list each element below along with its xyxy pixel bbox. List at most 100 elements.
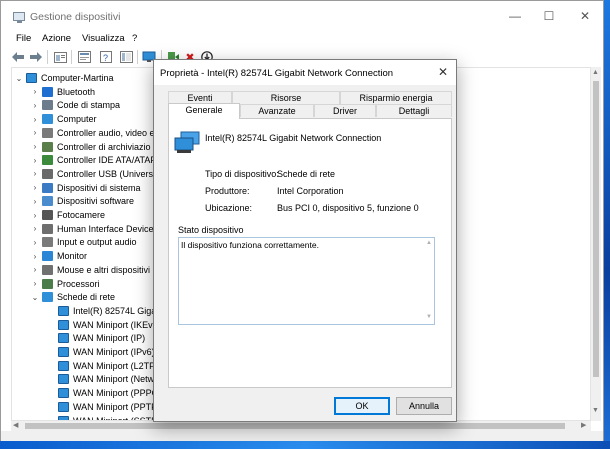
chevron-down-icon[interactable]: ⌄ [14, 74, 24, 83]
chevron-right-icon[interactable]: › [30, 101, 40, 110]
cancel-button[interactable]: Annulla [396, 397, 452, 415]
chevron-right-icon[interactable]: › [30, 238, 40, 247]
tree-category[interactable]: › Dispositivi di sistema [30, 181, 141, 195]
chevron-right-icon[interactable]: › [30, 87, 40, 96]
back-arrow-icon[interactable] [10, 49, 26, 65]
tree-category[interactable]: › Fotocamere [30, 208, 105, 222]
manufacturer-label: Produttore: [205, 186, 250, 196]
device-name: Intel(R) 82574L Gigabit Network Connecti… [205, 133, 382, 143]
toolbar-separator [47, 50, 48, 64]
manufacturer-value: Intel Corporation [277, 186, 344, 196]
tree-category[interactable]: › Dispositivi software [30, 194, 134, 208]
network-adapter-icon [58, 333, 69, 344]
tree-category-network-adapters[interactable]: ⌄ Schede di rete [30, 290, 115, 304]
tree-category[interactable]: › Controller audio, video e [30, 126, 155, 140]
dialog-title-bar[interactable]: Proprietà - Intel(R) 82574L Gigabit Netw… [154, 60, 456, 85]
menu-file[interactable]: File [16, 33, 31, 44]
ok-button[interactable]: OK [334, 397, 390, 415]
title-bar[interactable]: Gestione dispositivi — ☐ ✕ [1, 1, 603, 31]
tree-category[interactable]: › Code di stampa [30, 98, 120, 112]
category-icon [42, 237, 53, 248]
chevron-right-icon[interactable]: › [30, 265, 40, 274]
tree-category[interactable]: › Input e output audio [30, 235, 137, 249]
tree-device-item[interactable]: Intel(R) 82574L Gigab [56, 304, 161, 318]
tree-device-item[interactable]: WAN Miniport (IP) [56, 331, 145, 345]
forward-arrow-icon[interactable] [28, 49, 44, 65]
tree-category[interactable]: › Monitor [30, 249, 87, 263]
status-scroll-down-icon[interactable]: ▼ [426, 314, 432, 320]
dialog-close-button[interactable]: ✕ [430, 60, 456, 85]
tree-root[interactable]: ⌄ Computer-Martina [14, 71, 114, 85]
chevron-right-icon[interactable]: › [30, 142, 40, 151]
tree-device-item[interactable]: WAN Miniport (L2TP) [56, 359, 158, 373]
category-icon [42, 196, 53, 207]
maximize-button[interactable]: ☐ [532, 1, 566, 31]
tree-category[interactable]: › Processori [30, 277, 100, 291]
vertical-scroll-thumb[interactable] [593, 81, 599, 377]
chevron-right-icon[interactable]: › [30, 115, 40, 124]
help-icon[interactable] [76, 49, 92, 65]
tab-dettagli[interactable]: Dettagli [376, 104, 452, 117]
tree-device-item[interactable]: WAN Miniport (PPPO [56, 386, 159, 400]
tree-device-label: WAN Miniport (IKEv2 [73, 319, 158, 330]
chevron-right-icon[interactable]: › [30, 252, 40, 261]
chevron-right-icon[interactable]: › [30, 211, 40, 220]
scroll-down-icon[interactable]: ▼ [592, 407, 599, 414]
tree-category[interactable]: › Controller IDE ATA/ATAPI [30, 153, 159, 167]
tab-driver[interactable]: Driver [314, 104, 376, 117]
console-tree-icon[interactable] [118, 49, 134, 65]
tree-device-label: Intel(R) 82574L Gigab [73, 305, 162, 316]
window-title: Gestione dispositivi [30, 11, 121, 23]
tree-device-item[interactable]: WAN Miniport (SSTP [56, 414, 157, 420]
scroll-left-icon[interactable]: ◀ [13, 421, 18, 429]
menu-help[interactable]: ? [132, 33, 137, 44]
minimize-button[interactable]: — [498, 1, 532, 31]
tree-category[interactable]: › Human Interface Device [30, 222, 154, 236]
chevron-right-icon[interactable]: › [30, 128, 40, 137]
tab-risorse[interactable]: Risorse [232, 91, 340, 104]
network-adapter-icon [58, 347, 69, 357]
tree-device-item[interactable]: WAN Miniport (Netw [56, 372, 154, 386]
horizontal-scrollbar[interactable]: ◀ ▶ [11, 421, 591, 431]
device-status-textbox[interactable]: Il dispositivo funziona correttamente. ▲… [178, 237, 435, 325]
chevron-right-icon[interactable]: › [30, 183, 40, 192]
chevron-down-icon[interactable]: ⌄ [30, 293, 40, 302]
tree-category-label: Computer [57, 114, 97, 125]
tab-risparmio-energia[interactable]: Risparmio energia [340, 91, 452, 104]
tree-category[interactable]: › Controller di archiviazio [30, 140, 151, 154]
chevron-right-icon[interactable]: › [30, 156, 40, 165]
scroll-right-icon[interactable]: ▶ [581, 421, 586, 429]
category-icon [42, 223, 53, 234]
device-status-text: Il dispositivo funziona correttamente. [181, 240, 319, 250]
network-adapter-icon [58, 388, 69, 399]
category-icon [42, 182, 53, 193]
vertical-scrollbar[interactable]: ▲ ▼ [591, 67, 601, 421]
tab-avanzate[interactable]: Avanzate [240, 104, 314, 117]
tree-category-label: Controller IDE ATA/ATAPI [57, 155, 159, 166]
chevron-right-icon[interactable]: › [30, 169, 40, 178]
tree-device-item[interactable]: WAN Miniport (IPv6) [56, 345, 155, 359]
horizontal-scroll-thumb[interactable] [25, 423, 565, 429]
tree-device-item[interactable]: WAN Miniport (PPTP [56, 400, 157, 414]
menu-visualizza[interactable]: Visualizza [82, 33, 125, 44]
tab-generale[interactable]: Generale [168, 103, 240, 119]
chevron-right-icon[interactable]: › [30, 224, 40, 233]
tree-category[interactable]: › Bluetooth [30, 85, 95, 99]
status-scroll-up-icon[interactable]: ▲ [426, 240, 432, 246]
tree-category[interactable]: › Computer [30, 112, 97, 126]
tree-root-label: Computer-Martina [41, 73, 114, 83]
scroll-up-icon[interactable]: ▲ [592, 69, 599, 76]
device-type-value: Schede di rete [277, 169, 336, 179]
help-book-icon[interactable]: ? [98, 49, 114, 65]
chevron-right-icon[interactable]: › [30, 197, 40, 206]
tree-category-label: Code di stampa [57, 100, 121, 111]
tab-panel: Intel(R) 82574L Gigabit Network Connecti… [168, 118, 452, 416]
tree-device-item[interactable]: WAN Miniport (IKEv2 [56, 318, 158, 332]
menu-azione[interactable]: Azione [42, 33, 71, 44]
tree-category[interactable]: › Mouse e altri dispositivi [30, 263, 150, 277]
tree-category[interactable]: › Controller USB (Universa [30, 167, 158, 181]
properties-panel-icon[interactable] [52, 49, 68, 65]
close-button[interactable]: ✕ [568, 1, 602, 31]
network-adapter-icon [58, 360, 69, 371]
chevron-right-icon[interactable]: › [30, 279, 40, 288]
